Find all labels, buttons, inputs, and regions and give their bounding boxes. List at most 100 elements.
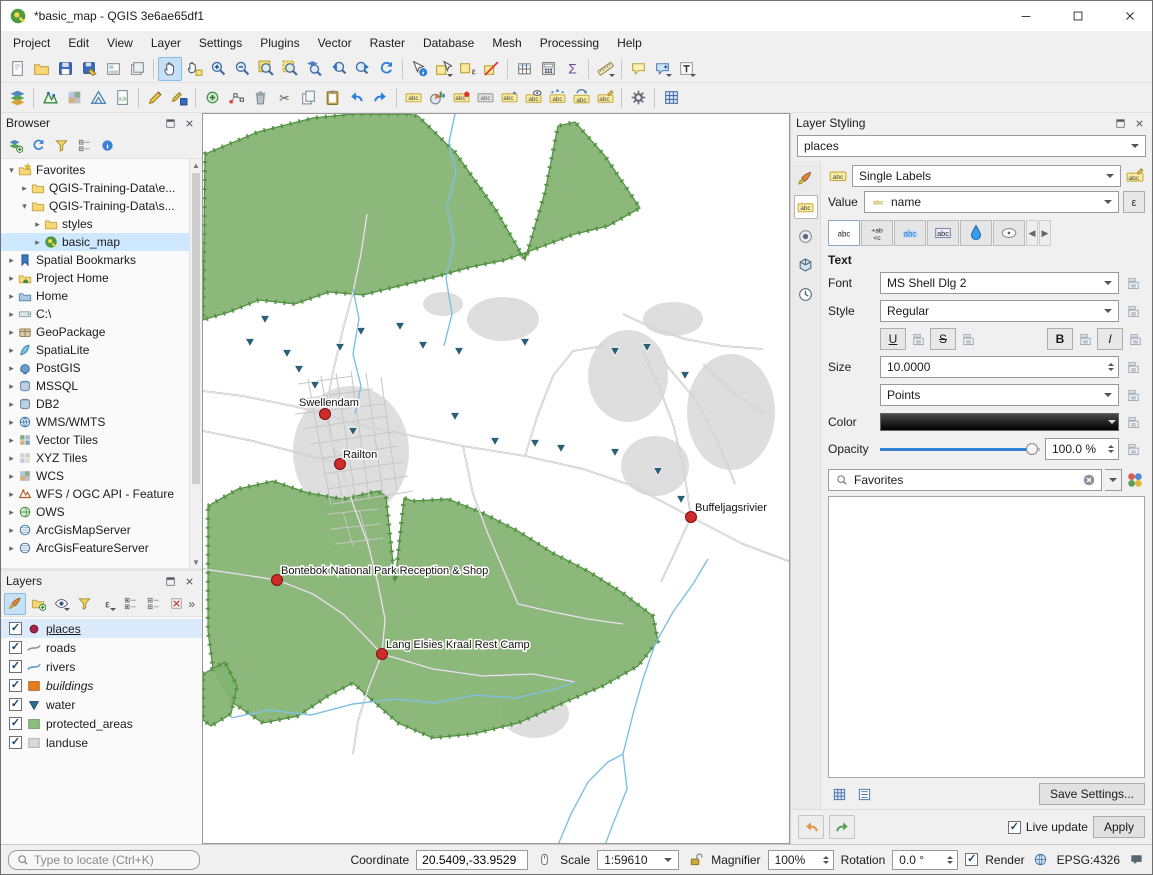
filter-legend-button[interactable]	[73, 593, 95, 615]
data-defined-override-button[interactable]	[1125, 329, 1145, 349]
move-label-button[interactable]: abc	[545, 86, 569, 110]
menu-view[interactable]: View	[98, 33, 142, 53]
data-defined-override-button[interactable]	[1123, 439, 1143, 459]
browser-item-arcgismapserver[interactable]: ▸ArcGisMapServer	[1, 521, 202, 539]
browser-item-home[interactable]: ▸Home	[1, 287, 202, 305]
browser-item-basic-map[interactable]: ▸basic_map	[1, 233, 202, 251]
scrollbar-thumb[interactable]	[192, 173, 200, 484]
expand-arrow-icon[interactable]: ▸	[5, 309, 18, 320]
pan-map-button[interactable]	[158, 57, 182, 81]
save-layer-edits-button[interactable]	[167, 86, 191, 110]
layer-visibility-checkbox[interactable]: ✓	[9, 622, 22, 635]
labeling-rules-button[interactable]: abc	[1125, 166, 1145, 186]
pin-unpin-labels-button[interactable]: abc	[497, 86, 521, 110]
labels-tab[interactable]: abc	[794, 195, 818, 219]
filter-browser-button[interactable]	[50, 135, 72, 157]
buffer-tab[interactable]: abc	[894, 220, 926, 246]
expand-arrow-icon[interactable]: ▸	[5, 525, 18, 536]
add-raster-layer-button[interactable]	[62, 86, 86, 110]
style-manager-button[interactable]	[1125, 470, 1145, 490]
properties-widget-button[interactable]	[96, 135, 118, 157]
scroll-up-icon[interactable]: ▲	[190, 159, 202, 171]
identify-features-button[interactable]	[407, 57, 431, 81]
maximize-button[interactable]	[1055, 1, 1100, 31]
expand-arrow-icon[interactable]: ▸	[5, 273, 18, 284]
expand-arrow-icon[interactable]: ▸	[5, 543, 18, 554]
data-defined-override-button[interactable]	[1075, 329, 1095, 349]
spinner-arrows-icon[interactable]	[947, 856, 955, 864]
view-3d-tab[interactable]	[794, 253, 818, 277]
list-view-button[interactable]	[853, 784, 875, 804]
menu-edit[interactable]: Edit	[59, 33, 98, 53]
browser-item-favorites[interactable]: ▾Favorites	[1, 161, 202, 179]
menu-vector[interactable]: Vector	[309, 33, 361, 53]
close-button[interactable]	[1107, 1, 1152, 31]
italic-button[interactable]: I	[1097, 328, 1123, 350]
statistics-panel-button[interactable]	[659, 86, 683, 110]
layer-visibility-checkbox[interactable]: ✓	[9, 717, 22, 730]
browser-item-vector-tiles[interactable]: ▸Vector Tiles	[1, 431, 202, 449]
layer-visibility-checkbox[interactable]: ✓	[9, 736, 22, 749]
menu-processing[interactable]: Processing	[531, 33, 608, 53]
expand-arrow-icon[interactable]: ▸	[5, 435, 18, 446]
add-vector-layer-button[interactable]	[38, 86, 62, 110]
opacity-spinner[interactable]: 100.0 %	[1045, 438, 1119, 460]
zoom-out-button[interactable]	[230, 57, 254, 81]
scale-combo[interactable]: 1:59610	[597, 850, 679, 870]
undo-style-button[interactable]	[798, 815, 824, 839]
layer-labeling-options-button[interactable]: abc	[401, 86, 425, 110]
collapse-all-browser-button[interactable]	[73, 135, 95, 157]
browser-item-ows[interactable]: ▸OWS	[1, 503, 202, 521]
browser-item-wcs[interactable]: ▸WCS	[1, 467, 202, 485]
browser-item-styles[interactable]: ▸styles	[1, 215, 202, 233]
browser-item-arcgisfeatureserver[interactable]: ▸ArcGisFeatureServer	[1, 539, 202, 557]
expand-all-button[interactable]	[119, 593, 141, 615]
data-defined-override-button[interactable]	[1123, 273, 1143, 293]
browser-item-mssql[interactable]: ▸MSSQL	[1, 377, 202, 395]
toggle-editing-button[interactable]	[143, 86, 167, 110]
expand-arrow-icon[interactable]: ▸	[5, 291, 18, 302]
tab-scroll-right-button[interactable]: ▶	[1039, 220, 1051, 246]
strikeout-button[interactable]: S	[930, 328, 956, 350]
pan-to-selection-button[interactable]	[182, 57, 206, 81]
browser-item-postgis[interactable]: ▸PostGIS	[1, 359, 202, 377]
expand-arrow-icon[interactable]: ▸	[5, 489, 18, 500]
show-layout-manager-button[interactable]	[125, 57, 149, 81]
styling-layer-combo[interactable]: places	[797, 135, 1146, 157]
menu-layer[interactable]: Layer	[142, 33, 190, 53]
paste-features-button[interactable]	[320, 86, 344, 110]
collapse-arrow-icon[interactable]: ▾	[5, 165, 18, 176]
layer-item-water[interactable]: ✓water	[1, 695, 202, 714]
expand-arrow-icon[interactable]: ▸	[5, 363, 18, 374]
expand-arrow-icon[interactable]: ▸	[5, 507, 18, 518]
render-checkbox[interactable]: ✓	[965, 853, 978, 866]
symbology-tab[interactable]	[794, 166, 818, 190]
layer-item-places[interactable]: ✓places	[1, 619, 202, 638]
close-icon[interactable]	[181, 573, 197, 589]
text-tab[interactable]: abc	[828, 220, 860, 246]
expand-arrow-icon[interactable]: ▸	[5, 471, 18, 482]
toggle-display-unplaced-labels-button[interactable]: abc	[473, 86, 497, 110]
save-project-button[interactable]	[53, 57, 77, 81]
expand-arrow-icon[interactable]: ▸	[31, 219, 44, 230]
layer-visibility-checkbox[interactable]: ✓	[9, 698, 22, 711]
filter-by-expression-button[interactable]: ε	[96, 593, 118, 615]
expand-arrow-icon[interactable]: ▸	[5, 417, 18, 428]
zoom-next-button[interactable]	[350, 57, 374, 81]
new-print-layout-button[interactable]	[101, 57, 125, 81]
add-mesh-layer-button[interactable]	[86, 86, 110, 110]
browser-item-geopackage[interactable]: ▸GeoPackage	[1, 323, 202, 341]
collapse-arrow-icon[interactable]: ▾	[18, 201, 31, 212]
show-hide-labels-button[interactable]: abc	[521, 86, 545, 110]
expand-arrow-icon[interactable]: ▸	[5, 381, 18, 392]
highlight-pinned-labels-button[interactable]: abc	[449, 86, 473, 110]
data-defined-override-button[interactable]	[1123, 412, 1143, 432]
expand-arrow-icon[interactable]: ▸	[31, 237, 44, 248]
data-defined-override-button[interactable]	[1123, 385, 1143, 405]
zoom-to-selection-button[interactable]	[278, 57, 302, 81]
expand-arrow-icon[interactable]: ▸	[5, 327, 18, 338]
remove-layer-button[interactable]	[165, 593, 187, 615]
select-features-button[interactable]	[431, 57, 455, 81]
browser-item-wfs-ogc-api-feature[interactable]: ▸WFS / OGC API - Feature	[1, 485, 202, 503]
zoom-last-button[interactable]	[326, 57, 350, 81]
